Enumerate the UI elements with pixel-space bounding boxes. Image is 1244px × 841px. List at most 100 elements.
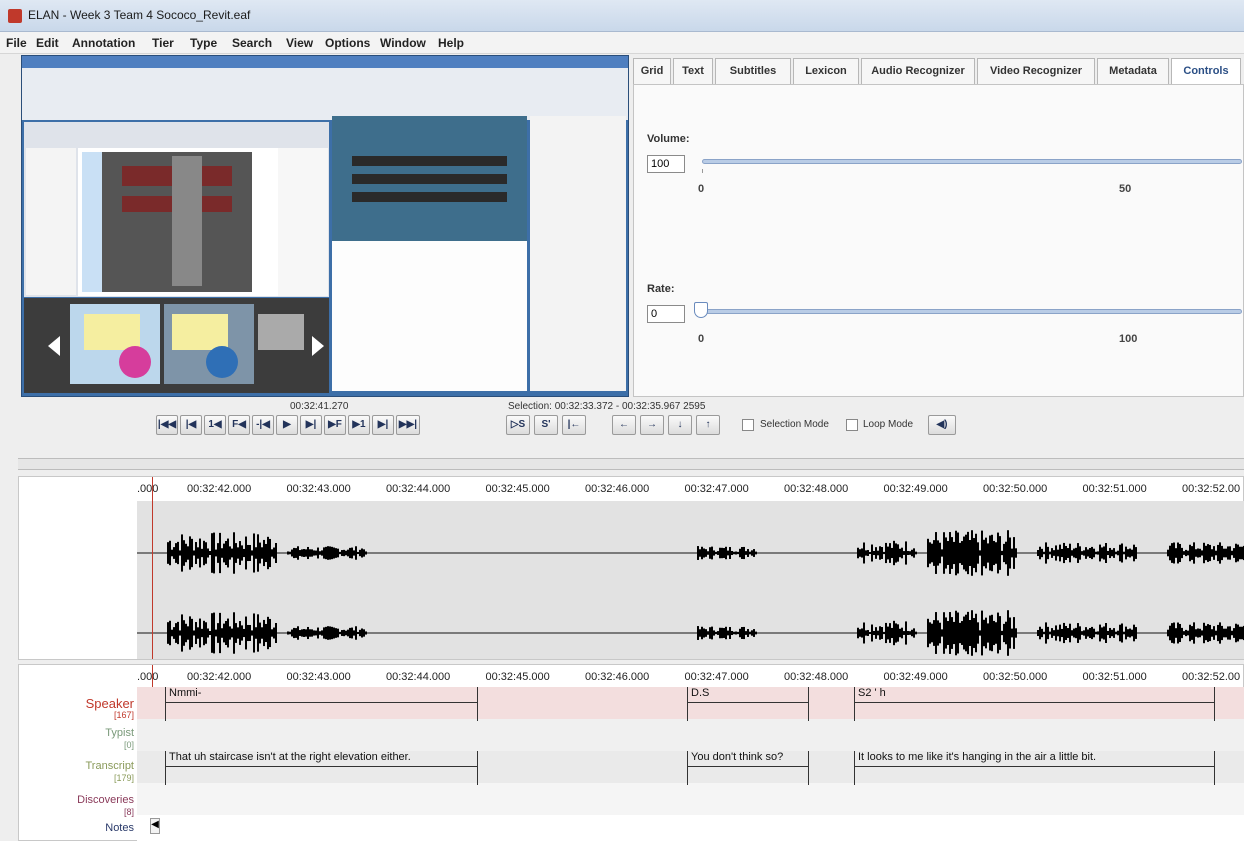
waveform-sample [191, 618, 193, 648]
previous-frame-button[interactable]: |◀ [180, 415, 202, 435]
waveform-sample [1185, 629, 1187, 637]
tab-grid[interactable]: Grid [633, 58, 671, 84]
waveform-sample [881, 627, 883, 639]
menu-type[interactable]: Type [190, 36, 217, 50]
waveform-sample [1059, 624, 1061, 642]
waveform-sample [1205, 545, 1207, 561]
frame-back-button[interactable]: F◀ [228, 415, 250, 435]
waveform-sample [353, 550, 355, 556]
ruler-time-label: 00:32:49.000 [883, 671, 948, 683]
annotation-text: Nmmi- [169, 687, 202, 699]
menu-window[interactable]: Window [380, 36, 426, 50]
waveform-viewer[interactable]: .000 00:32:42.000 00:32:43.000 00:32:44.000… [18, 476, 1244, 660]
next-frame-button[interactable]: ▶| [372, 415, 394, 435]
menu-file[interactable]: File [6, 36, 27, 50]
waveform-sample [911, 629, 913, 637]
waveform-sample [1097, 551, 1099, 555]
timeline-overview[interactable] [18, 458, 1244, 470]
waveform-sample [1239, 546, 1241, 560]
volume-field[interactable]: 100 [647, 155, 685, 173]
tab-lexicon[interactable]: Lexicon [793, 58, 859, 84]
waveform-sample [1223, 548, 1225, 558]
tier-name-notes[interactable]: Notes [19, 822, 134, 834]
tab-text[interactable]: Text [673, 58, 713, 84]
waveform-sample [973, 618, 975, 648]
transcript-annotation[interactable]: That uh staircase isn't at the right ele… [165, 751, 478, 785]
waveform-sample [1215, 630, 1217, 636]
pixel-back-button[interactable]: -|◀ [252, 415, 274, 435]
tier-label-speaker: Speaker [85, 696, 134, 711]
frame-forward-button[interactable]: ▶F [324, 415, 346, 435]
down-arrow-icon[interactable]: ↓ [668, 415, 692, 435]
go-to-begin-button[interactable]: |◀◀ [156, 415, 178, 435]
left-arrow-icon[interactable]: ← [612, 415, 636, 435]
waveform-sample [169, 540, 171, 566]
annotation-tier-viewer[interactable]: .000 00:32:42.000 00:32:43.000 00:32:44.000… [18, 664, 1244, 841]
step-forward-button[interactable]: ▶1 [348, 415, 370, 435]
tier-name-transcript[interactable]: Transcript [19, 760, 135, 772]
waveform-sample [927, 618, 929, 648]
waveform-sample [943, 532, 945, 574]
tier-name-speaker[interactable]: Speaker [19, 696, 134, 711]
selection-boundary-button[interactable]: S' [534, 415, 558, 435]
waveform-sample [1131, 549, 1133, 557]
tab-controls[interactable]: Controls [1171, 58, 1241, 84]
right-arrow-icon[interactable]: → [640, 415, 664, 435]
tab-subtitles[interactable]: Subtitles [715, 58, 791, 84]
typist-tier-band[interactable] [137, 719, 1244, 751]
menu-search[interactable]: Search [232, 36, 272, 50]
tab-metadata[interactable]: Metadata [1097, 58, 1169, 84]
speaker-annotation[interactable]: S2 ' h [854, 687, 1215, 721]
pixel-forward-button[interactable]: ▶| [300, 415, 322, 435]
menu-help[interactable]: Help [438, 36, 464, 50]
rate-slider[interactable] [702, 309, 1242, 314]
discoveries-tier-band[interactable] [137, 783, 1244, 815]
play-icon[interactable]: ▶ [276, 415, 298, 435]
menu-tier[interactable]: Tier [152, 36, 174, 50]
waveform-sample [1043, 631, 1045, 635]
waveform-area[interactable] [137, 501, 1244, 659]
waveform-sample [231, 548, 233, 558]
rate-slider-thumb[interactable] [694, 302, 708, 318]
tier-name-discoveries[interactable]: Discoveries [19, 794, 134, 806]
speaker-volume-icon[interactable]: ◀) [928, 415, 956, 435]
up-arrow-icon[interactable]: ↑ [696, 415, 720, 435]
step-back-button[interactable]: 1◀ [204, 415, 226, 435]
transcript-annotation[interactable]: You don't think so? [687, 751, 809, 785]
selection-mode-checkbox[interactable] [742, 419, 754, 431]
video-viewer[interactable] [21, 55, 629, 397]
rate-field[interactable]: 0 [647, 305, 685, 323]
ruler-time-label: 00:32:52.00 [1182, 671, 1241, 683]
loop-mode-checkbox[interactable] [846, 419, 858, 431]
waveform-sample [201, 548, 203, 558]
tab-audio-recognizer[interactable]: Audio Recognizer [861, 58, 975, 84]
go-to-end-button[interactable]: ▶▶| [396, 415, 420, 435]
menu-edit[interactable]: Edit [36, 36, 59, 50]
tier-playhead-cursor[interactable] [152, 665, 153, 687]
tab-video-recognizer[interactable]: Video Recognizer [977, 58, 1095, 84]
playhead-cursor[interactable] [152, 477, 153, 659]
waveform-sample [1087, 549, 1089, 557]
menu-view[interactable]: View [286, 36, 313, 50]
waveform-sample [877, 630, 879, 636]
waveform-sample [741, 627, 743, 639]
waveform-sample [1071, 550, 1073, 556]
transcript-annotation[interactable]: It looks to me like it's hanging in the … [854, 751, 1215, 785]
volume-slider[interactable] [702, 159, 1242, 164]
waveform-sample [213, 532, 215, 574]
tier-name-typist[interactable]: Typist [19, 727, 134, 739]
notes-tier-band[interactable] [137, 815, 1244, 841]
waveform-sample [1185, 549, 1187, 557]
menu-annotation[interactable]: Annotation [72, 36, 135, 50]
speaker-annotation[interactable]: D.S [687, 687, 809, 721]
speaker-annotation[interactable]: Nmmi- [165, 687, 478, 721]
clear-selection-button[interactable]: |← [562, 415, 586, 435]
rate-label: Rate: [647, 283, 675, 295]
play-selection-button[interactable]: ▷S [506, 415, 530, 435]
menu-options[interactable]: Options [325, 36, 370, 50]
volume-tick-label-0: 0 [698, 183, 705, 195]
notes-scroll-left-icon[interactable]: ◀ [150, 818, 160, 834]
waveform-sample [273, 547, 275, 559]
waveform-sample [219, 532, 221, 574]
waveform-sample [293, 547, 295, 559]
